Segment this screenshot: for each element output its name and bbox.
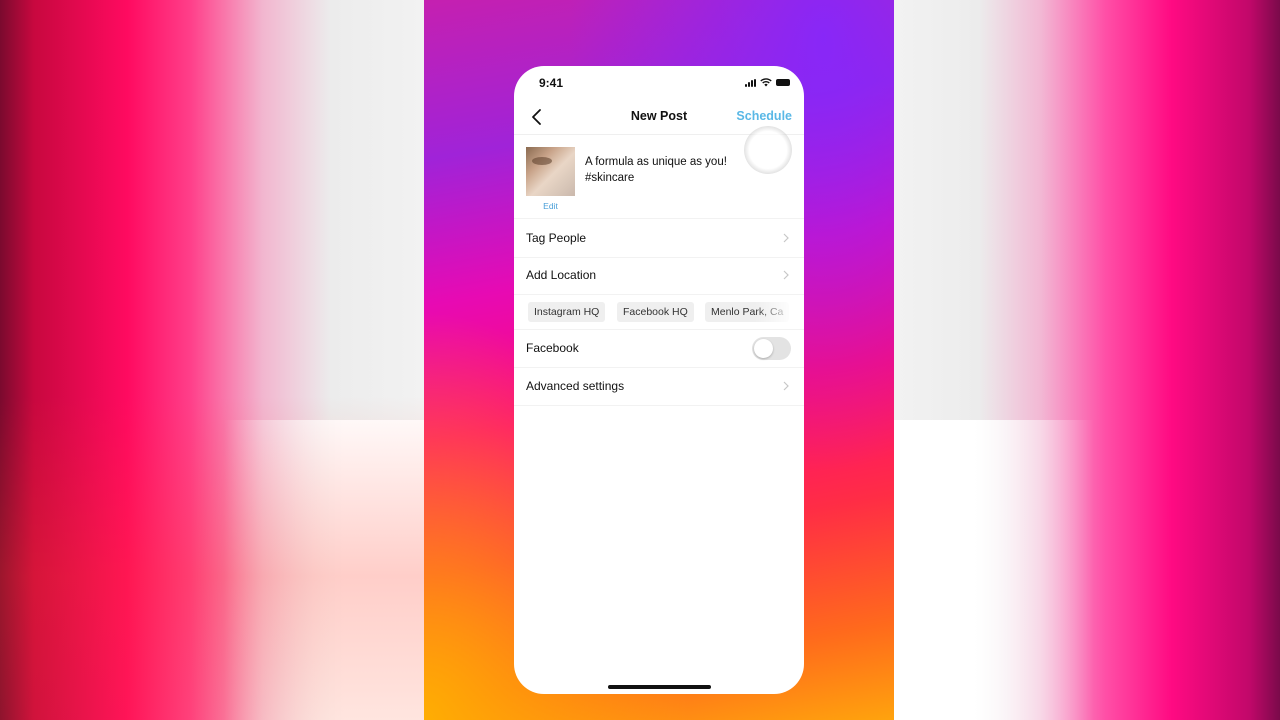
edit-thumbnail-link[interactable]: Edit	[526, 201, 575, 211]
tag-people-label: Tag People	[526, 231, 587, 245]
facebook-share-row: Facebook	[514, 330, 804, 368]
chevron-right-icon	[783, 233, 789, 243]
facebook-toggle[interactable]	[752, 337, 791, 360]
chevron-right-icon	[783, 381, 789, 391]
toggle-knob	[754, 339, 773, 358]
home-indicator[interactable]	[608, 685, 711, 689]
location-chip[interactable]: Facebook HQ	[617, 302, 694, 322]
signal-icon	[745, 78, 756, 87]
post-thumbnail[interactable]	[526, 147, 575, 196]
location-chip[interactable]: Menlo Park, Ca	[705, 302, 790, 322]
location-suggestions: Instagram HQ Facebook HQ Menlo Park, Ca	[514, 292, 804, 330]
location-chip[interactable]: Instagram HQ	[528, 302, 606, 322]
caption-input[interactable]: A formula as unique as you! #skincare	[585, 154, 785, 186]
tag-people-row[interactable]: Tag People	[514, 220, 804, 258]
blurred-background-right	[894, 0, 1280, 720]
facebook-label: Facebook	[526, 341, 579, 355]
chevron-right-icon	[783, 270, 789, 280]
status-icons	[745, 78, 790, 87]
caption-hashtag: #skincare	[585, 172, 635, 184]
blurred-background-left	[0, 0, 424, 720]
status-time: 9:41	[539, 76, 564, 90]
add-location-row[interactable]: Add Location	[514, 257, 804, 295]
caption-line: A formula as unique as you!	[585, 156, 727, 168]
advanced-settings-label: Advanced settings	[526, 379, 625, 393]
phone-screen: 9:41 New Post Schedule Edit A formula as…	[514, 66, 804, 694]
advanced-settings-row[interactable]: Advanced settings	[514, 368, 804, 406]
schedule-button[interactable]: Schedule	[736, 109, 792, 123]
add-location-label: Add Location	[526, 268, 597, 282]
battery-icon	[776, 79, 790, 86]
nav-bar: New Post Schedule	[514, 100, 804, 174]
wifi-icon	[760, 78, 772, 87]
post-preview: Edit A formula as unique as you! #skinca…	[514, 144, 804, 219]
status-bar: 9:41	[514, 66, 804, 100]
